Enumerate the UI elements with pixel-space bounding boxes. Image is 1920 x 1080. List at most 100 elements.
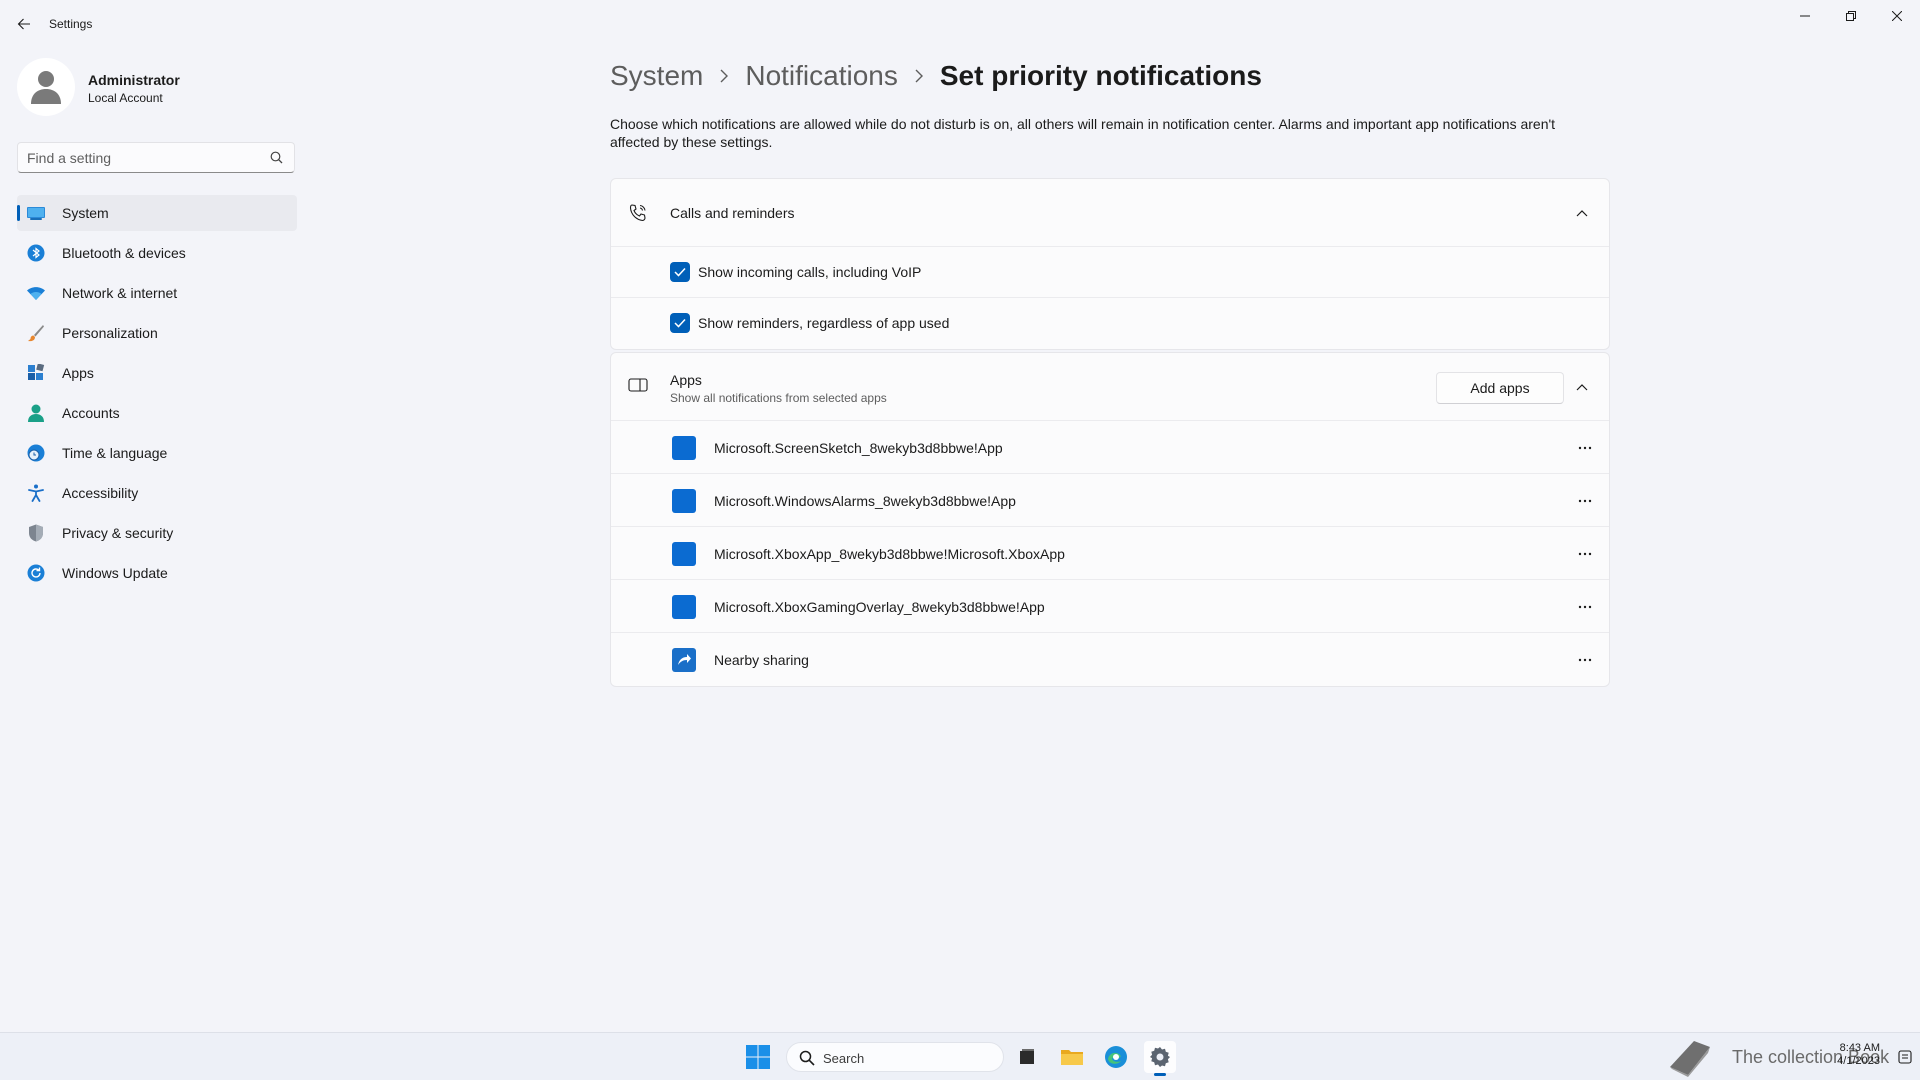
more-icon bbox=[1578, 658, 1592, 662]
more-options-button[interactable] bbox=[1571, 646, 1599, 674]
person-icon bbox=[28, 404, 44, 422]
taskbar-search-label: Search bbox=[823, 1051, 865, 1066]
minimize-icon bbox=[1800, 15, 1810, 17]
brush-icon bbox=[28, 325, 44, 342]
system-tray: The collection Book 8:43 AM 4/1/2023 bbox=[1660, 1033, 1920, 1080]
minimize-button[interactable] bbox=[1782, 0, 1828, 32]
more-options-button[interactable] bbox=[1571, 593, 1599, 621]
incoming-calls-label: Show incoming calls, including VoIP bbox=[698, 264, 922, 280]
list-item: Microsoft.ScreenSketch_8wekyb3d8bbwe!App bbox=[611, 421, 1609, 474]
more-options-button[interactable] bbox=[1571, 434, 1599, 462]
more-icon bbox=[1578, 605, 1592, 609]
reminders-label: Show reminders, regardless of app used bbox=[698, 315, 950, 331]
sidebar-item-label: System bbox=[62, 205, 109, 221]
app-tile-icon bbox=[672, 489, 696, 513]
app-tile-icon bbox=[672, 595, 696, 619]
taskbar-search[interactable]: Search bbox=[786, 1042, 1004, 1072]
more-options-button[interactable] bbox=[1571, 487, 1599, 515]
app-name: Microsoft.WindowsAlarms_8wekyb3d8bbwe!Ap… bbox=[714, 493, 1016, 509]
sidebar-item-windows-update[interactable]: Windows Update bbox=[17, 555, 297, 591]
phone-ring-icon bbox=[629, 204, 646, 222]
close-button[interactable] bbox=[1874, 0, 1920, 32]
sidebar-item-privacy[interactable]: Privacy & security bbox=[17, 515, 297, 551]
title-bar: Settings bbox=[0, 0, 1920, 48]
restore-button[interactable] bbox=[1828, 0, 1874, 32]
sidebar-item-label: Privacy & security bbox=[62, 525, 174, 541]
sidebar-item-bluetooth[interactable]: Bluetooth & devices bbox=[17, 235, 297, 271]
folder-icon bbox=[1061, 1050, 1083, 1065]
taskbar-file-explorer[interactable] bbox=[1056, 1041, 1088, 1073]
search-input[interactable] bbox=[18, 143, 258, 172]
taskbar-edge[interactable] bbox=[1100, 1041, 1132, 1073]
active-app-indicator bbox=[1154, 1073, 1166, 1076]
page-title: Set priority notifications bbox=[939, 60, 1262, 91]
windows-logo-icon bbox=[746, 1045, 770, 1069]
app-window-icon bbox=[628, 378, 648, 392]
reminders-checkbox[interactable] bbox=[670, 313, 690, 333]
app-tile-icon bbox=[672, 542, 696, 566]
person-avatar-icon bbox=[31, 71, 61, 104]
app-name: Microsoft.XboxApp_8wekyb3d8bbwe!Microsof… bbox=[714, 546, 1065, 562]
taskbar-task-view[interactable] bbox=[1011, 1041, 1043, 1073]
accessibility-icon bbox=[28, 484, 44, 502]
gear-icon bbox=[1150, 1047, 1170, 1067]
apps-header[interactable]: Apps Show all notifications from selecte… bbox=[611, 353, 1609, 421]
settings-search[interactable] bbox=[17, 142, 295, 173]
sidebar-item-accessibility[interactable]: Accessibility bbox=[17, 475, 297, 511]
apps-title: Apps bbox=[670, 372, 702, 388]
apps-subtitle: Show all notifications from selected app… bbox=[670, 391, 887, 405]
list-item: Microsoft.XboxApp_8wekyb3d8bbwe!Microsof… bbox=[611, 527, 1609, 580]
calls-reminders-header[interactable]: Calls and reminders bbox=[611, 179, 1609, 247]
start-button[interactable] bbox=[746, 1045, 770, 1069]
user-profile[interactable]: Administrator Local Account bbox=[17, 58, 297, 116]
option-incoming-calls: Show incoming calls, including VoIP bbox=[611, 247, 1609, 298]
bluetooth-icon bbox=[27, 244, 45, 262]
globe-clock-icon bbox=[27, 444, 45, 462]
sidebar-item-network[interactable]: Network & internet bbox=[17, 275, 297, 311]
calls-reminders-card: Calls and reminders Show incoming calls,… bbox=[610, 178, 1610, 350]
notification-icon bbox=[1898, 1050, 1912, 1064]
sidebar-item-personalization[interactable]: Personalization bbox=[17, 315, 297, 351]
sidebar-item-label: Personalization bbox=[62, 325, 158, 341]
more-options-button[interactable] bbox=[1571, 540, 1599, 568]
back-button[interactable] bbox=[10, 10, 38, 38]
app-tile-icon bbox=[672, 436, 696, 460]
chevron-right-icon bbox=[720, 69, 729, 83]
sidebar-item-system[interactable]: System bbox=[17, 195, 297, 231]
clock-date: 4/1/2023 bbox=[1837, 1055, 1880, 1067]
sidebar-item-apps[interactable]: Apps bbox=[17, 355, 297, 391]
taskbar-clock[interactable]: 8:43 AM 4/1/2023 bbox=[1837, 1042, 1880, 1068]
breadcrumb-notifications[interactable]: Notifications bbox=[745, 60, 898, 92]
sidebar-item-label: Network & internet bbox=[62, 285, 178, 301]
sidebar-item-label: Accounts bbox=[62, 405, 120, 421]
sidebar-item-accounts[interactable]: Accounts bbox=[17, 395, 297, 431]
taskbar-settings[interactable] bbox=[1144, 1041, 1176, 1076]
wifi-icon bbox=[27, 287, 45, 300]
sidebar-item-label: Time & language bbox=[62, 445, 168, 461]
option-reminders: Show reminders, regardless of app used bbox=[611, 298, 1609, 349]
task-view-icon bbox=[1020, 1049, 1034, 1064]
edge-browser-icon bbox=[1105, 1046, 1127, 1068]
apps-card: Apps Show all notifications from selecte… bbox=[610, 352, 1610, 687]
incoming-calls-checkbox[interactable] bbox=[670, 262, 690, 282]
collapse-apps-button[interactable] bbox=[1569, 374, 1595, 400]
back-arrow-icon bbox=[17, 18, 30, 30]
restore-icon bbox=[1846, 11, 1856, 21]
sidebar-item-label: Windows Update bbox=[62, 565, 168, 581]
chevron-up-icon bbox=[1576, 384, 1588, 391]
profile-account-type: Local Account bbox=[88, 91, 163, 105]
sidebar-item-time-language[interactable]: Time & language bbox=[17, 435, 297, 471]
list-item: Nearby sharing bbox=[611, 633, 1609, 686]
add-apps-button[interactable]: Add apps bbox=[1436, 372, 1564, 404]
chevron-up-icon bbox=[1576, 210, 1588, 217]
search-icon bbox=[270, 151, 283, 164]
sidebar-item-label: Bluetooth & devices bbox=[62, 245, 186, 261]
app-name: Microsoft.ScreenSketch_8wekyb3d8bbwe!App bbox=[714, 440, 1003, 456]
checkmark-icon bbox=[674, 267, 686, 277]
profile-name: Administrator bbox=[88, 72, 180, 88]
breadcrumb-system[interactable]: System bbox=[610, 60, 703, 92]
checkmark-icon bbox=[674, 318, 686, 328]
monitor-icon bbox=[27, 207, 45, 220]
calls-reminders-title: Calls and reminders bbox=[670, 205, 795, 221]
collapse-calls-button[interactable] bbox=[1569, 200, 1595, 226]
